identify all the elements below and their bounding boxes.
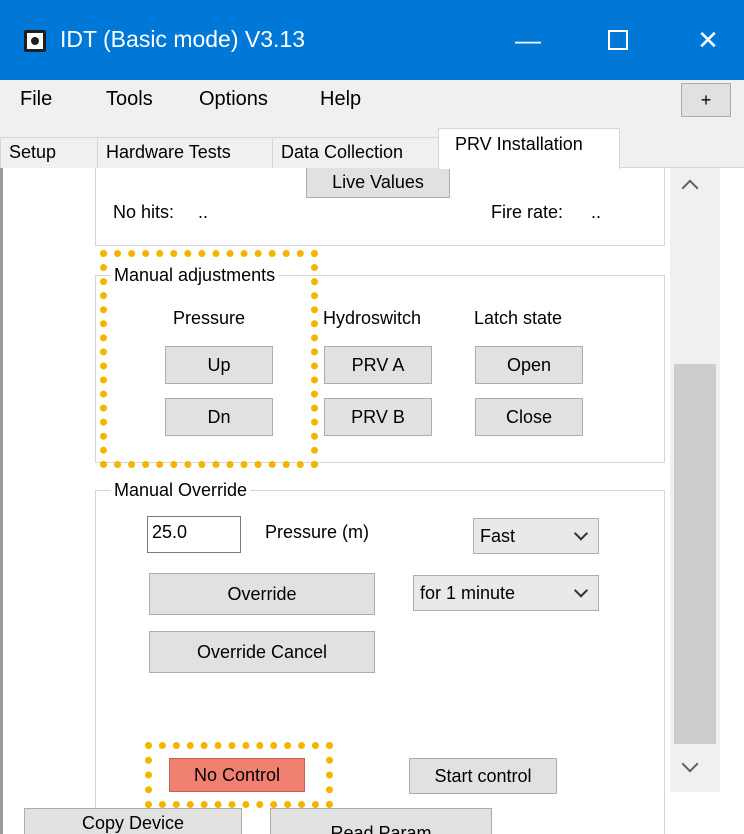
tab-setup[interactable]: Setup (0, 137, 98, 168)
hydroswitch-column-label: Hydroswitch (323, 308, 422, 328)
tab-hardware-tests[interactable]: Hardware Tests (97, 137, 273, 168)
menu-file[interactable]: File (20, 88, 52, 111)
pressure-unit-label: Pressure (m) (265, 522, 370, 542)
tab-data-collection[interactable]: Data Collection (272, 137, 440, 168)
copy-device-button[interactable]: Copy Device (24, 808, 242, 834)
minimize-icon: — (515, 24, 541, 55)
manual-override-title: Manual Override (111, 480, 251, 501)
speed-select[interactable]: Fast (473, 518, 599, 554)
latch-open-button[interactable]: Open (475, 346, 583, 384)
close-button[interactable]: ✕ (680, 14, 736, 66)
override-cancel-button[interactable]: Override Cancel (149, 631, 375, 673)
title-bar: IDT (Basic mode) V3.13 — ✕ (0, 0, 744, 80)
fire-rate-label: Fire rate: (491, 202, 564, 222)
latch-close-button[interactable]: Close (475, 398, 583, 436)
scrollbar-thumb[interactable] (674, 364, 716, 744)
chevron-down-icon[interactable] (681, 755, 699, 773)
no-control-highlight (145, 742, 333, 808)
override-button[interactable]: Override (149, 573, 375, 615)
prv-a-button[interactable]: PRV A (324, 346, 432, 384)
chevron-up-icon[interactable] (681, 179, 699, 197)
prv-b-button[interactable]: PRV B (324, 398, 432, 436)
chevron-down-icon (573, 583, 589, 598)
tab-prv-installation[interactable]: PRV Installation (438, 128, 620, 169)
read-params-button[interactable]: Read Param (270, 808, 492, 834)
app-icon[interactable] (24, 30, 46, 52)
duration-select-value: for 1 minute (420, 582, 516, 603)
no-hits-label: No hits: (113, 202, 175, 222)
latch-state-column-label: Latch state (474, 308, 563, 328)
vertical-scrollbar[interactable] (670, 168, 720, 792)
speed-select-value: Fast (480, 525, 516, 546)
menu-tools[interactable]: Tools (106, 88, 153, 111)
chevron-down-icon (573, 526, 589, 541)
fire-rate-value: .. (591, 202, 602, 222)
menu-options[interactable]: Options (199, 88, 268, 111)
tab-strip: Setup Hardware Tests Data Collection PRV… (0, 120, 744, 169)
window-title: IDT (Basic mode) V3.13 (60, 26, 306, 52)
live-values-button[interactable]: Live Values (306, 168, 450, 198)
menu-help[interactable]: Help (320, 88, 361, 111)
duration-select[interactable]: for 1 minute (413, 575, 599, 611)
maximize-icon (608, 30, 628, 50)
tab-content: Live Values No hits: .. Fire rate: .. Ma… (0, 168, 744, 834)
no-hits-value: .. (198, 202, 209, 222)
maximize-button[interactable] (590, 14, 646, 66)
plus-button[interactable]: + (681, 83, 731, 117)
close-icon: ✕ (697, 24, 719, 55)
pressure-input[interactable]: 25.0 (147, 516, 241, 553)
manual-adjustments-highlight (100, 250, 318, 468)
menu-bar: File Tools Options Help (0, 80, 744, 120)
start-control-button[interactable]: Start control (409, 758, 557, 794)
minimize-button[interactable]: — (500, 14, 556, 66)
